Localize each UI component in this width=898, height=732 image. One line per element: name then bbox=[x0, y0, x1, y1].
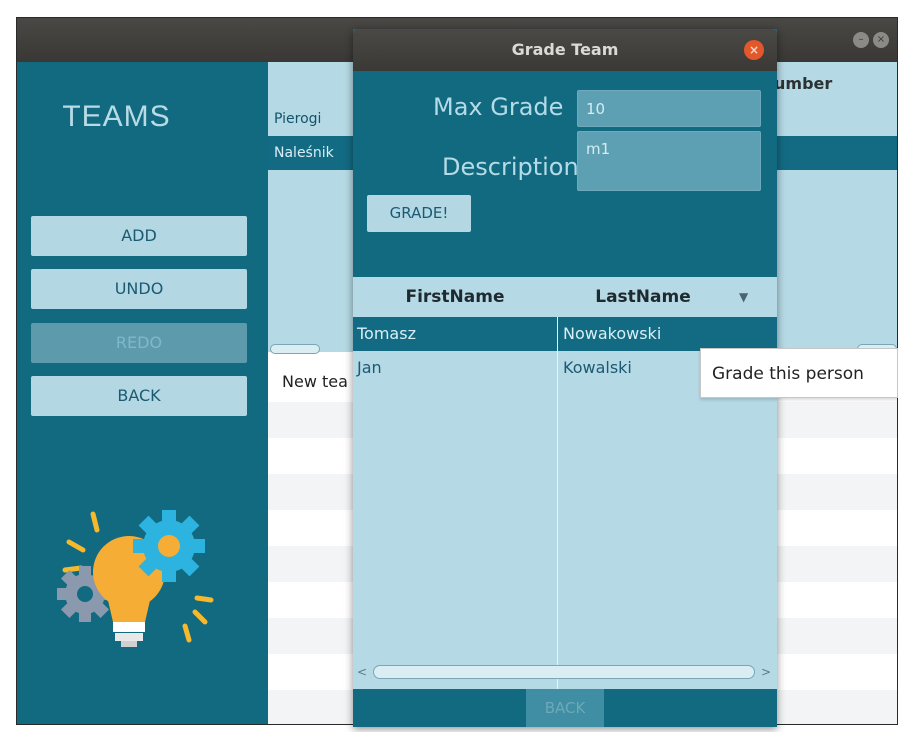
dialog-footer: BACK bbox=[353, 689, 777, 727]
sidebar: TEAMS ADD UNDO REDO BACK bbox=[17, 62, 268, 724]
grade-button[interactable]: GRADE! bbox=[367, 195, 471, 232]
lightbulb-gears-icon bbox=[57, 510, 214, 647]
description-label: Description bbox=[442, 153, 579, 181]
table-row[interactable]: Tomasz Nowakowski bbox=[353, 317, 777, 351]
scroll-right-icon[interactable]: > bbox=[759, 661, 773, 683]
back-button[interactable]: BACK bbox=[31, 376, 247, 416]
scrollbar-thumb[interactable] bbox=[373, 665, 755, 679]
dialog-titlebar: Grade Team × bbox=[353, 29, 777, 71]
column-header-lastname[interactable]: LastName bbox=[558, 277, 728, 317]
horizontal-scrollbar[interactable]: < > bbox=[355, 661, 775, 683]
max-grade-label: Max Grade bbox=[433, 93, 564, 121]
table-cell[interactable]: Tomasz bbox=[353, 317, 557, 351]
max-grade-input[interactable]: 10 bbox=[577, 90, 761, 127]
undo-button[interactable]: UNDO bbox=[31, 269, 247, 309]
minimize-icon[interactable]: – bbox=[853, 32, 869, 48]
sort-down-icon[interactable]: ▼ bbox=[739, 277, 748, 317]
horizontal-scrollbar[interactable] bbox=[270, 344, 320, 354]
table-cell[interactable]: Jan bbox=[353, 351, 557, 385]
scroll-left-icon[interactable]: < bbox=[355, 661, 369, 683]
column-divider bbox=[557, 317, 558, 689]
sidebar-title: TEAMS bbox=[62, 100, 171, 133]
add-button[interactable]: ADD bbox=[31, 216, 247, 256]
close-icon[interactable]: × bbox=[744, 40, 764, 60]
redo-button: REDO bbox=[31, 323, 247, 363]
table-header: FirstName LastName ▼ bbox=[353, 277, 777, 317]
dialog-title: Grade Team bbox=[511, 40, 619, 59]
dialog-back-button[interactable]: BACK bbox=[526, 689, 604, 727]
column-header-firstname[interactable]: FirstName bbox=[353, 277, 557, 317]
table-cell[interactable]: Nowakowski bbox=[559, 317, 749, 351]
people-table: FirstName LastName ▼ Tomasz Nowakowski J… bbox=[353, 277, 777, 689]
table-cell[interactable]: New tea bbox=[282, 372, 348, 391]
tooltip: Grade this person bbox=[700, 348, 898, 398]
description-input[interactable]: m1 bbox=[577, 131, 761, 191]
close-window-icon[interactable]: × bbox=[873, 32, 889, 48]
column-header-number[interactable]: umber bbox=[774, 74, 832, 93]
